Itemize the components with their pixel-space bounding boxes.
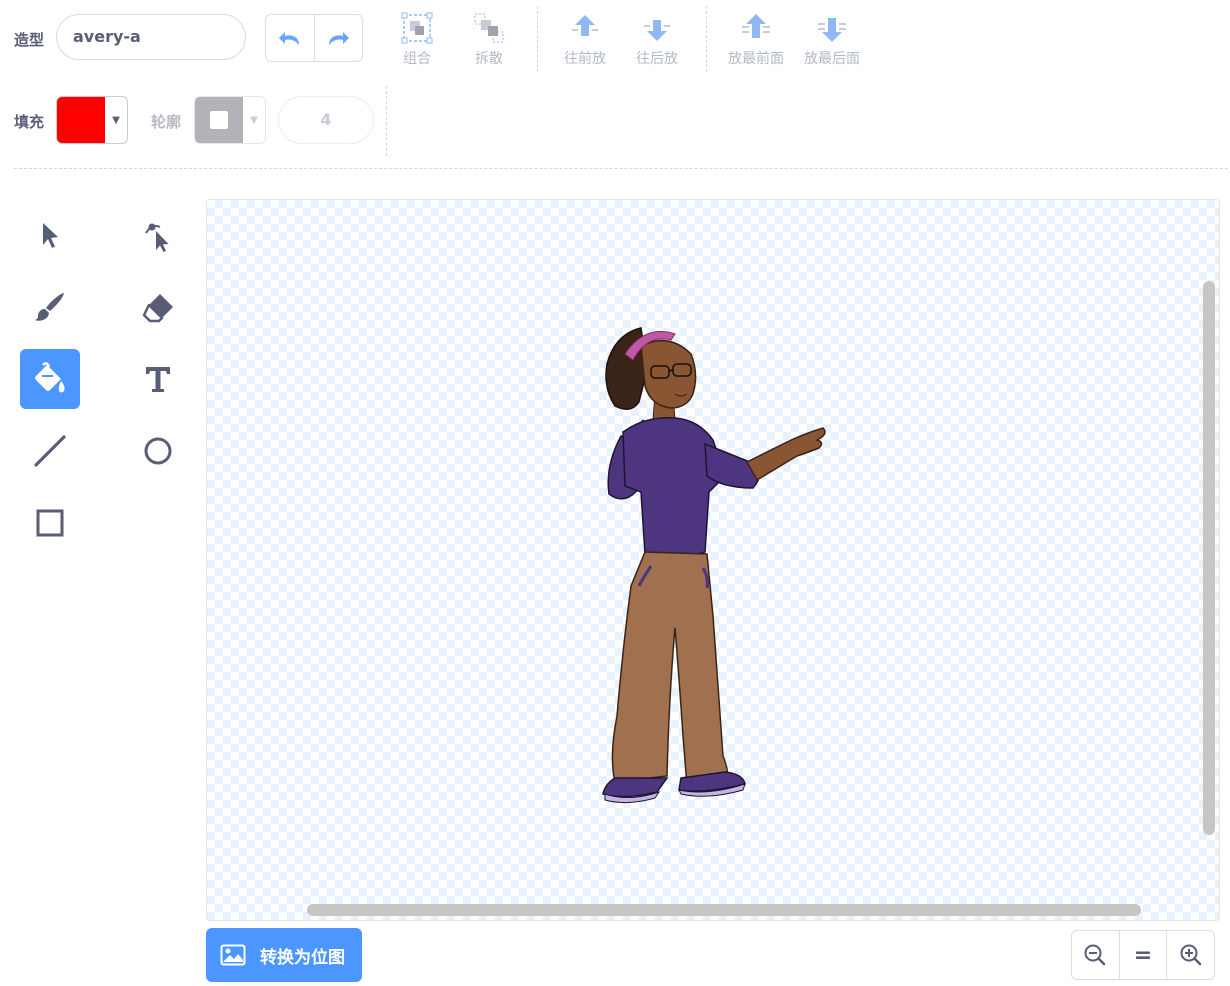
bring-to-front-button[interactable]: 放最前面: [720, 12, 792, 68]
outline-label: 轮廓: [151, 113, 182, 131]
circle-icon: [144, 437, 172, 465]
outline-inner-square: [210, 111, 228, 129]
bring-to-front-icon: [742, 14, 770, 38]
eraser-icon: [142, 294, 173, 323]
select-tool[interactable]: [20, 205, 80, 265]
rectangle-icon: [36, 509, 64, 537]
undo-icon: [278, 32, 299, 45]
toolbar-separator: [537, 6, 538, 72]
toolbar-separator: [386, 86, 387, 156]
group-button[interactable]: 组合: [385, 12, 449, 68]
text-tool[interactable]: [128, 349, 188, 409]
reshape-icon: [145, 223, 169, 252]
zoom-controls: =: [1071, 930, 1215, 980]
group-label: 组合: [403, 51, 431, 67]
convert-to-bitmap-label: 转换为位图: [260, 947, 345, 968]
bring-to-front-label: 放最前面: [728, 51, 784, 67]
fill-color-picker[interactable]: ▼: [56, 96, 128, 144]
rectangle-tool[interactable]: [20, 493, 80, 553]
costume-label: 造型: [14, 31, 45, 49]
text-icon: [146, 367, 170, 392]
image-icon: [220, 944, 246, 966]
backward-button[interactable]: 往后放: [625, 12, 689, 68]
redo-icon: [329, 32, 350, 45]
send-to-back-label: 放最后面: [804, 51, 860, 67]
undo-button[interactable]: [266, 15, 314, 61]
arrow-down-icon: [644, 20, 670, 41]
chevron-down-icon: ▼: [112, 114, 120, 126]
brush-icon: [35, 293, 64, 321]
zoom-reset-button[interactable]: =: [1118, 931, 1167, 979]
fill-tool[interactable]: [20, 349, 80, 409]
horizontal-scrollbar[interactable]: [307, 904, 1141, 916]
send-to-back-icon: [818, 18, 846, 42]
forward-button[interactable]: 往前放: [553, 12, 617, 68]
line-tool[interactable]: [20, 421, 80, 481]
fill-color-swatch: [57, 97, 105, 143]
send-to-back-button[interactable]: 放最后面: [796, 12, 868, 68]
vertical-scrollbar[interactable]: [1203, 281, 1215, 835]
arrow-pointer-icon: [43, 223, 58, 248]
undo-redo-group: [265, 14, 363, 62]
outline-color-picker[interactable]: ▼: [194, 96, 266, 144]
circle-tool[interactable]: [128, 421, 188, 481]
reshape-tool[interactable]: [128, 205, 188, 265]
costume-name-input[interactable]: avery-a: [56, 14, 246, 60]
convert-to-bitmap-button[interactable]: 转换为位图: [206, 928, 362, 982]
line-icon: [34, 435, 66, 467]
eraser-tool[interactable]: [128, 277, 188, 337]
zoom-out-button[interactable]: [1072, 931, 1119, 979]
group-icon: [401, 12, 433, 44]
paint-bucket-icon: [35, 362, 65, 393]
toolbar-divider: [14, 168, 1228, 169]
ungroup-icon: [474, 13, 504, 43]
ungroup-label: 拆散: [475, 51, 503, 67]
zoom-reset-label: =: [1133, 942, 1153, 968]
outline-color-swatch: [195, 97, 243, 143]
outline-width-input[interactable]: 4: [278, 96, 374, 144]
backward-label: 往后放: [636, 51, 678, 67]
forward-label: 往前放: [564, 51, 606, 67]
arrow-up-icon: [572, 15, 598, 36]
redo-button[interactable]: [313, 15, 363, 61]
zoom-in-button[interactable]: [1166, 931, 1214, 979]
zoom-in-icon: [1180, 944, 1201, 966]
fill-label: 填充: [14, 113, 45, 131]
avery-costume-image[interactable]: [595, 316, 835, 806]
chevron-down-icon: ▼: [250, 114, 258, 126]
paint-canvas[interactable]: [206, 199, 1220, 921]
zoom-out-icon: [1084, 944, 1106, 966]
brush-tool[interactable]: [20, 277, 80, 337]
toolbar-separator: [706, 6, 707, 72]
ungroup-button[interactable]: 拆散: [457, 12, 521, 68]
